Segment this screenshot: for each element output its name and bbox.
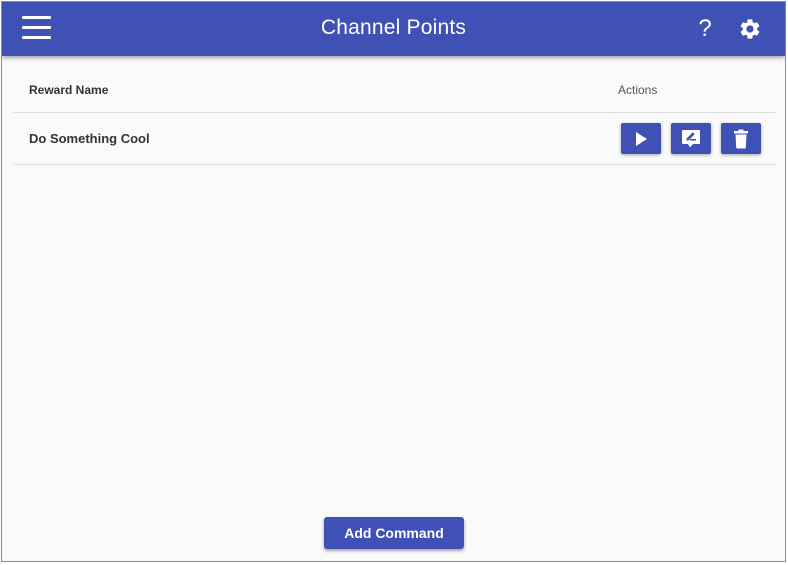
app-bar: Channel Points ? bbox=[2, 2, 785, 56]
help-icon: ? bbox=[698, 15, 712, 42]
add-command-button[interactable]: Add Command bbox=[324, 517, 464, 549]
menu-button[interactable] bbox=[22, 16, 52, 40]
play-button[interactable] bbox=[621, 123, 661, 154]
edit-comment-icon bbox=[682, 129, 700, 147]
app-window: Channel Points ? Reward Name Actions Do … bbox=[1, 1, 786, 562]
hamburger-menu-icon bbox=[22, 16, 51, 19]
trash-icon bbox=[734, 129, 748, 148]
page-title: Channel Points bbox=[320, 16, 467, 39]
play-icon bbox=[636, 131, 647, 146]
delete-button[interactable] bbox=[721, 123, 761, 154]
help-button[interactable]: ? bbox=[694, 14, 716, 44]
reward-name-cell: Do Something Cool bbox=[29, 131, 150, 146]
settings-button[interactable] bbox=[738, 17, 762, 41]
gear-icon bbox=[740, 19, 760, 39]
edit-button[interactable] bbox=[671, 123, 711, 154]
column-header-actions: Actions bbox=[618, 83, 658, 97]
table-header: Reward Name Actions bbox=[13, 66, 777, 113]
column-header-reward-name: Reward Name bbox=[29, 83, 109, 97]
rewards-table: Reward Name Actions Do Something Cool bbox=[13, 66, 777, 165]
table-row: Do Something Cool bbox=[13, 113, 777, 165]
